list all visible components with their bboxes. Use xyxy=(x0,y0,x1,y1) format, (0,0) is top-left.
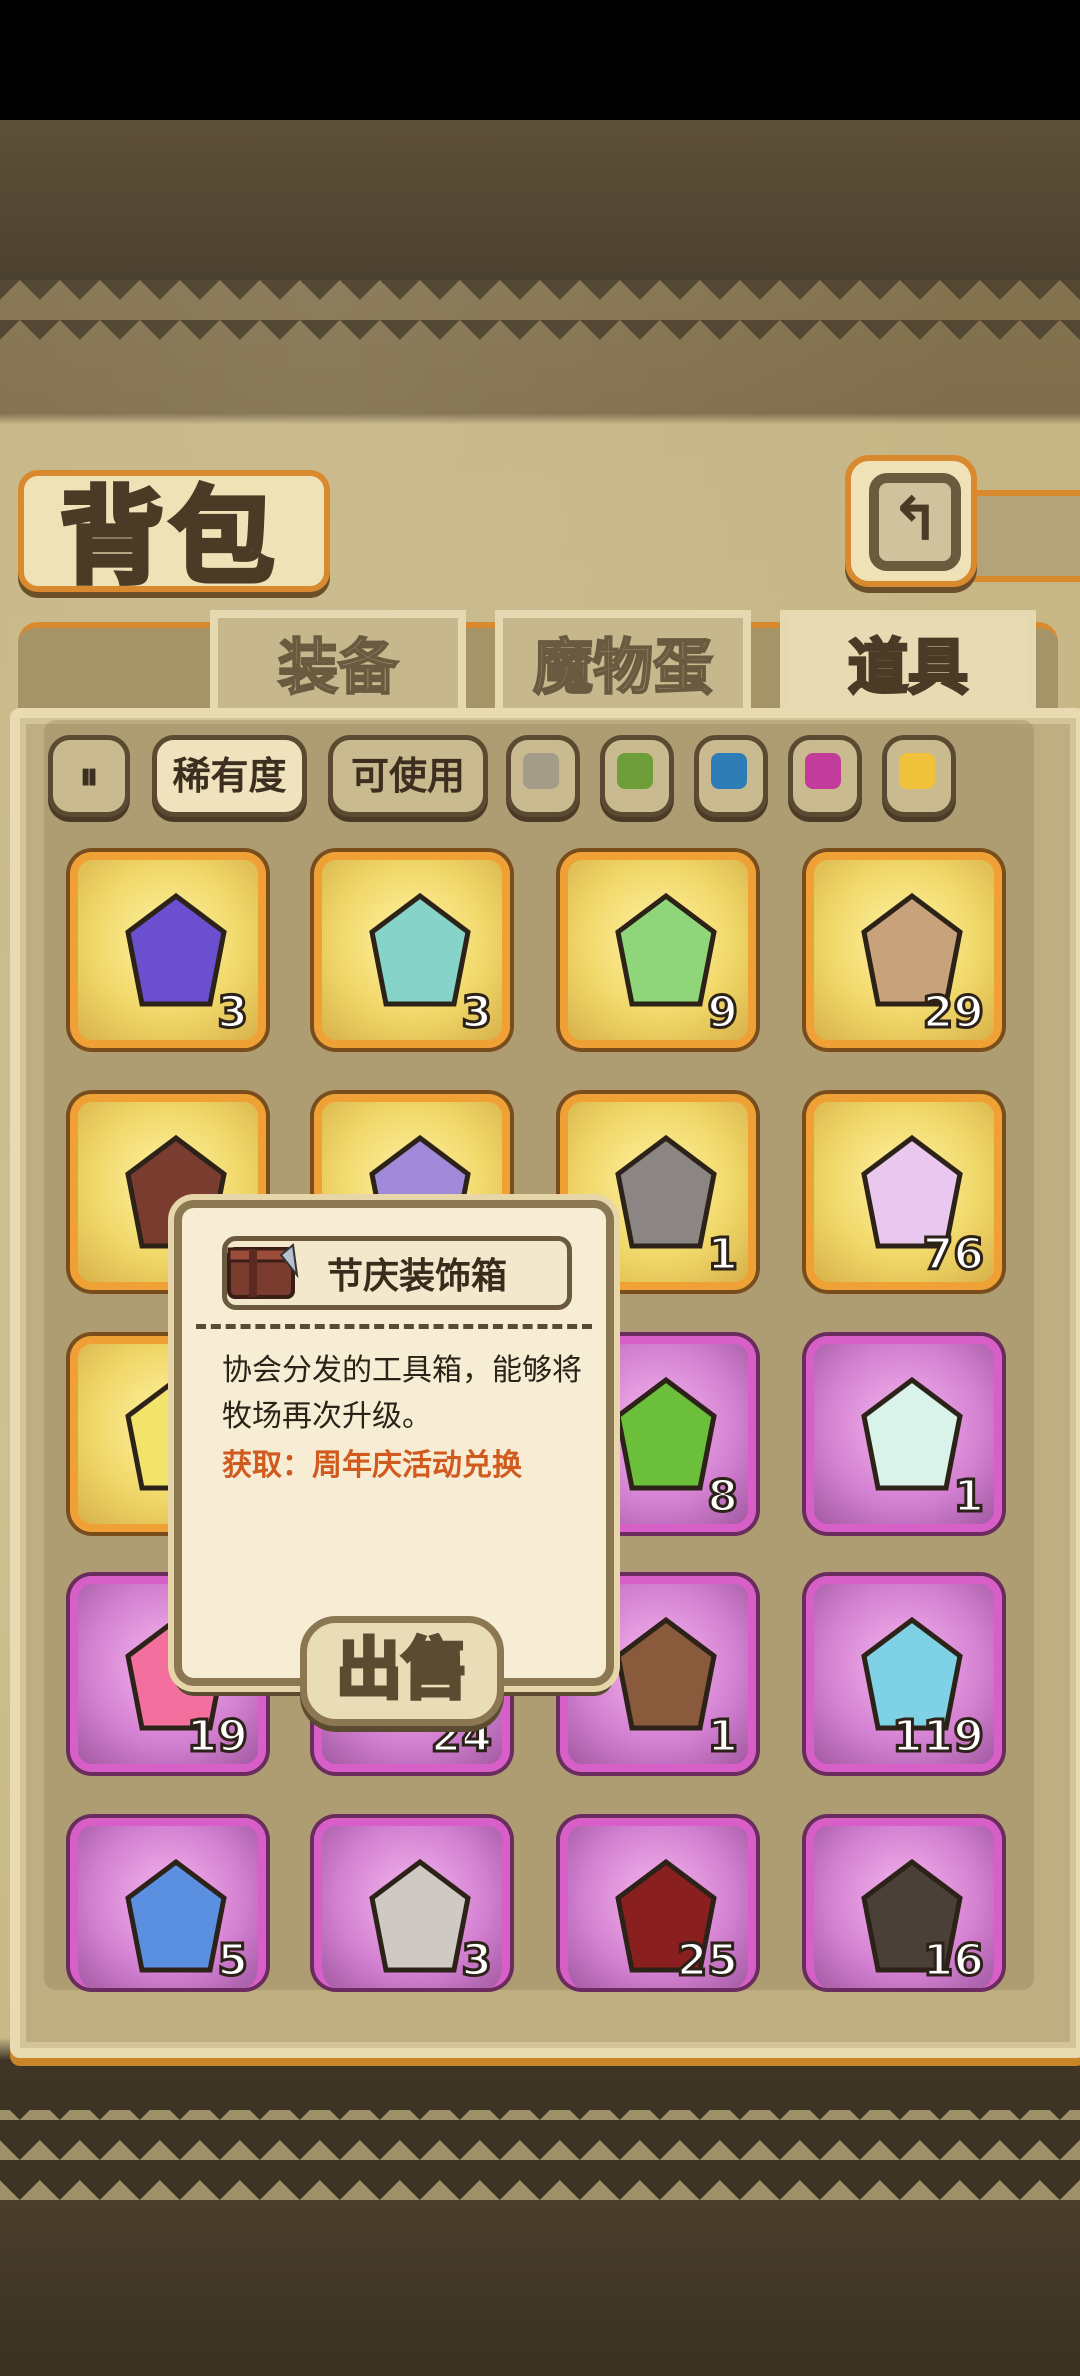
item-count: 3 xyxy=(460,986,494,1040)
grey-swatch xyxy=(523,753,559,789)
item-slot[interactable]: 9 xyxy=(560,852,756,1048)
item-count: 9 xyxy=(706,986,740,1040)
page-title: 背包 xyxy=(57,473,281,601)
item-count: 1 xyxy=(952,1470,986,1524)
item-count: 76 xyxy=(921,1228,985,1282)
rarity-green-button[interactable] xyxy=(600,735,674,817)
sort-order-button[interactable]: ⏸ xyxy=(48,735,130,817)
item-count: 119 xyxy=(891,1710,986,1764)
item-count: 3 xyxy=(216,986,250,1040)
usable-filter-button[interactable]: 可使用 xyxy=(328,735,488,817)
item-count: 3 xyxy=(460,1934,494,1988)
rarity-blue-button[interactable] xyxy=(694,735,768,817)
tab-equipment[interactable]: 装备 xyxy=(210,610,466,718)
item-slot[interactable]: 25 xyxy=(560,1818,756,1988)
item-tooltip: 节庆装饰箱 协会分发的工具箱，能够将牧场再次升级。 获取：周年庆活动兑换 出售 xyxy=(174,1200,614,1726)
item-count: 25 xyxy=(675,1934,739,1988)
blue-swatch xyxy=(711,753,747,789)
zigzag-top xyxy=(0,280,1080,340)
divider xyxy=(196,1324,592,1329)
item-slot[interactable]: 76 xyxy=(806,1094,1002,1290)
back-tail-bar xyxy=(965,490,1080,582)
item-count: 1 xyxy=(706,1710,740,1764)
item-count: 16 xyxy=(921,1934,985,1988)
back-button[interactable]: ↰ xyxy=(845,455,977,587)
item-slot[interactable]: 16 xyxy=(806,1818,1002,1988)
tab-items[interactable]: 道具 xyxy=(780,610,1036,718)
gold-swatch xyxy=(899,753,935,789)
item-slot[interactable]: 119 xyxy=(806,1576,1002,1772)
return-icon: ↰ xyxy=(869,473,961,571)
sell-button[interactable]: 出售 xyxy=(300,1616,504,1726)
tooltip-obtain: 获取：周年庆活动兑换 xyxy=(222,1448,522,1483)
tab-monster-eggs[interactable]: 魔物蛋 xyxy=(495,610,751,718)
purple-swatch xyxy=(805,753,841,789)
item-count: 19 xyxy=(185,1710,249,1764)
item-slot[interactable]: 3 xyxy=(70,852,266,1048)
crate-icon xyxy=(227,1243,299,1299)
item-count: 5 xyxy=(216,1934,250,1988)
rarity-filter-button[interactable]: 稀有度 xyxy=(152,735,307,817)
item-count: 1 xyxy=(706,1228,740,1282)
tooltip-item-name: 节庆装饰箱 xyxy=(327,1256,508,1297)
item-count: 8 xyxy=(706,1470,740,1524)
rarity-purple-button[interactable] xyxy=(788,735,862,817)
item-slot[interactable]: 1 xyxy=(806,1336,1002,1532)
rarity-grey-button[interactable] xyxy=(506,735,580,817)
green-swatch xyxy=(617,753,653,789)
bottom-band xyxy=(0,2200,1080,2376)
tooltip-description: 协会分发的工具箱，能够将牧场再次升级。 xyxy=(222,1353,582,1434)
tooltip-header: 节庆装饰箱 xyxy=(222,1236,572,1310)
sort-icon: ⏸ xyxy=(79,754,99,798)
item-slot[interactable]: 5 xyxy=(70,1818,266,1988)
item-count: 29 xyxy=(921,986,985,1040)
item-slot[interactable]: 3 xyxy=(314,1818,510,1988)
zigzag-bottom xyxy=(0,2110,1080,2200)
top-band xyxy=(0,120,1080,280)
item-slot[interactable]: 3 xyxy=(314,852,510,1048)
rarity-gold-button[interactable] xyxy=(882,735,956,817)
item-slot[interactable]: 29 xyxy=(806,852,1002,1048)
